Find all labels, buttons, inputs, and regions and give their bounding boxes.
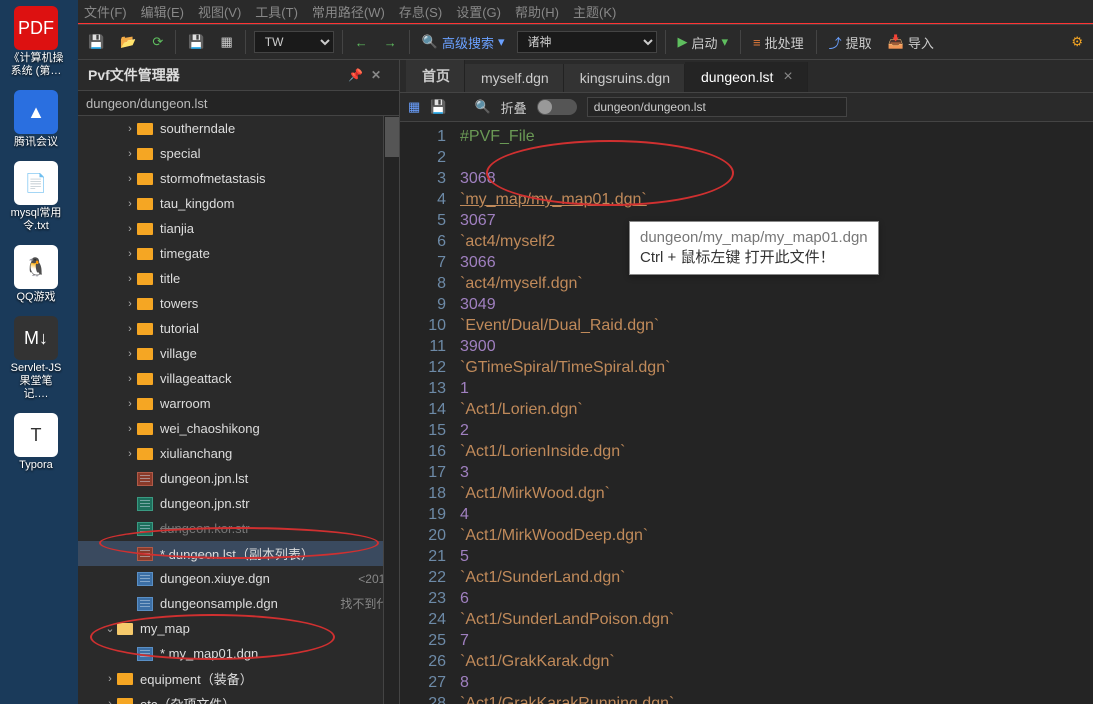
tree-folder[interactable]: ›southerndale: [78, 116, 399, 141]
body: Pvf文件管理器 📌✕ dungeon/dungeon.lst ›souther…: [78, 60, 1093, 704]
tree-file[interactable]: dungeon.kor.str: [78, 516, 399, 541]
toolbar-divider: [342, 30, 343, 54]
editor-tab[interactable]: myself.dgn: [465, 64, 564, 92]
menu-item[interactable]: 编辑(E): [141, 2, 184, 21]
doc-icon[interactable]: ▦: [216, 32, 236, 52]
desktop: PDF《计算机操 系统 (第… ▲腾讯会议 📄mysql常用 令.txt 🐧QQ游戏 M…: [0, 0, 72, 704]
tree-folder[interactable]: ›villageattack: [78, 366, 399, 391]
tree-file[interactable]: dungeon.jpn.lst: [78, 466, 399, 491]
fold-toggle[interactable]: [537, 99, 577, 115]
tree-folder[interactable]: ›xiulianchang: [78, 441, 399, 466]
tree-folder[interactable]: ›stormofmetastasis: [78, 166, 399, 191]
tree-file[interactable]: dungeon.xiuye.dgn<2017>: [78, 566, 399, 591]
refresh-icon[interactable]: ⟳: [148, 32, 167, 52]
fold-label[interactable]: 折叠: [501, 98, 527, 117]
editor-window: 文件(F) 编辑(E) 视图(V) 工具(T) 常用路径(W) 存息(S) 设置(G) 帮助(…: [78, 0, 1093, 704]
desktop-shortcut[interactable]: PDF《计算机操 系统 (第…: [7, 6, 65, 78]
search-button[interactable]: 🔍 高级搜索 ▾: [418, 31, 509, 54]
sidebar-title-text: Pvf文件管理器: [88, 65, 180, 85]
code-area[interactable]: 1234567891011121314151617181920212223242…: [400, 122, 1093, 704]
desktop-shortcut[interactable]: 🐧QQ游戏: [7, 245, 65, 304]
sidebar: Pvf文件管理器 📌✕ dungeon/dungeon.lst ›souther…: [78, 60, 400, 704]
source[interactable]: #PVF_File3068`my_map/my_map01.dgn`3067`a…: [460, 122, 1093, 704]
toolbar-divider: [665, 30, 666, 54]
sidebar-controls[interactable]: 📌✕: [348, 68, 389, 82]
tree-folder[interactable]: ›title: [78, 266, 399, 291]
run-button[interactable]: ▶ 启动 ▾: [674, 31, 733, 54]
sidebar-path[interactable]: dungeon/dungeon.lst: [78, 90, 399, 116]
tree-folder[interactable]: ›tau_kingdom: [78, 191, 399, 216]
desktop-shortcut[interactable]: ▲腾讯会议: [7, 90, 65, 149]
tree-folder[interactable]: ⌄my_map: [78, 616, 399, 641]
layout-icon[interactable]: ▦: [408, 99, 420, 115]
tab-close-icon[interactable]: ×: [783, 68, 792, 86]
menu-bar: 文件(F) 编辑(E) 视图(V) 工具(T) 常用路径(W) 存息(S) 设置(G) 帮助(…: [78, 0, 1093, 24]
menu-item[interactable]: 主题(K): [573, 2, 616, 21]
desktop-shortcut[interactable]: M↓Servlet-JS 果堂笔记.…: [7, 316, 65, 401]
menu-item[interactable]: 工具(T): [255, 2, 298, 21]
menu-item[interactable]: 视图(V): [198, 2, 241, 21]
toolbar-divider: [175, 30, 176, 54]
tree-folder[interactable]: ›equipment（装备）: [78, 666, 399, 691]
editor-tab[interactable]: 首页: [406, 60, 465, 92]
search-scope-select[interactable]: 诸神: [517, 31, 657, 53]
tree-folder[interactable]: ›timegate: [78, 241, 399, 266]
menu-item[interactable]: 存息(S): [399, 2, 442, 21]
save-doc-icon[interactable]: 💾: [430, 99, 446, 115]
save-all-icon[interactable]: 💾: [184, 32, 208, 52]
editor-tabs: 首页myself.dgnkingsruins.dgndungeon.lst×: [400, 60, 1093, 92]
tree-file[interactable]: * dungeon.lst（副本列表）: [78, 541, 399, 566]
open-icon[interactable]: 📂: [116, 32, 140, 52]
tree-folder[interactable]: ›towers: [78, 291, 399, 316]
toolbar-divider: [740, 30, 741, 54]
toolbar-divider: [245, 30, 246, 54]
toolbar: 💾 📂 ⟳ 💾 ▦ TW ← → 🔍 高级搜索 ▾ 诸神 ▶ 启动 ▾ ≡ 批处…: [78, 24, 1093, 60]
tree-scrollbar[interactable]: [383, 116, 399, 704]
file-tree: ›southerndale›special›stormofmetastasis›…: [78, 116, 399, 704]
toolbar-divider: [816, 30, 817, 54]
desktop-shortcut[interactable]: 📄mysql常用 令.txt: [7, 161, 65, 233]
editor-pane: 首页myself.dgnkingsruins.dgndungeon.lst× ▦…: [400, 60, 1093, 704]
menu-item[interactable]: 帮助(H): [515, 2, 559, 21]
tree-folder[interactable]: ›wei_chaoshikong: [78, 416, 399, 441]
settings-icon[interactable]: ⚙: [1067, 32, 1087, 52]
hover-tooltip: dungeon/my_map/my_map01.dgn Ctrl + 鼠标左键 …: [629, 221, 879, 275]
tree-wrap: ›southerndale›special›stormofmetastasis›…: [78, 116, 399, 704]
font-select[interactable]: TW: [254, 31, 334, 53]
editor-tab[interactable]: kingsruins.dgn: [564, 64, 685, 92]
import-button[interactable]: 📥 导入: [884, 31, 938, 54]
tree-file[interactable]: dungeonsample.dgn找不到代?r: [78, 591, 399, 616]
editor-path-input[interactable]: [587, 97, 847, 117]
tree-folder[interactable]: ›tianjia: [78, 216, 399, 241]
tree-folder[interactable]: ›village: [78, 341, 399, 366]
editor-tab[interactable]: dungeon.lst×: [685, 62, 808, 92]
back-icon[interactable]: ←: [351, 33, 372, 52]
toolbar-divider: [409, 30, 410, 54]
save-icon[interactable]: 💾: [84, 32, 108, 52]
menu-item[interactable]: 文件(F): [84, 2, 127, 21]
gutter: 1234567891011121314151617181920212223242…: [400, 122, 460, 704]
tree-file[interactable]: dungeon.jpn.str: [78, 491, 399, 516]
menu-item[interactable]: 设置(G): [456, 2, 501, 21]
forward-icon[interactable]: →: [380, 33, 401, 52]
tree-file[interactable]: * my_map01.dgn: [78, 641, 399, 666]
editor-toolbar: ▦ 💾 🔍 折叠: [400, 92, 1093, 122]
search-icon[interactable]: 🔍: [474, 99, 490, 115]
tree-folder[interactable]: ›tutorial: [78, 316, 399, 341]
menu-item[interactable]: 常用路径(W): [312, 2, 385, 21]
sidebar-title: Pvf文件管理器 📌✕: [78, 60, 399, 90]
tree-folder[interactable]: ›warroom: [78, 391, 399, 416]
scrollbar-thumb[interactable]: [385, 117, 399, 157]
tree-folder[interactable]: ›etc（杂项文件）: [78, 691, 399, 704]
tree-folder[interactable]: ›special: [78, 141, 399, 166]
extract-button[interactable]: ⤴ 提取: [825, 31, 876, 54]
desktop-shortcut[interactable]: TTypora: [7, 413, 65, 472]
batch-button[interactable]: ≡ 批处理: [749, 31, 808, 54]
